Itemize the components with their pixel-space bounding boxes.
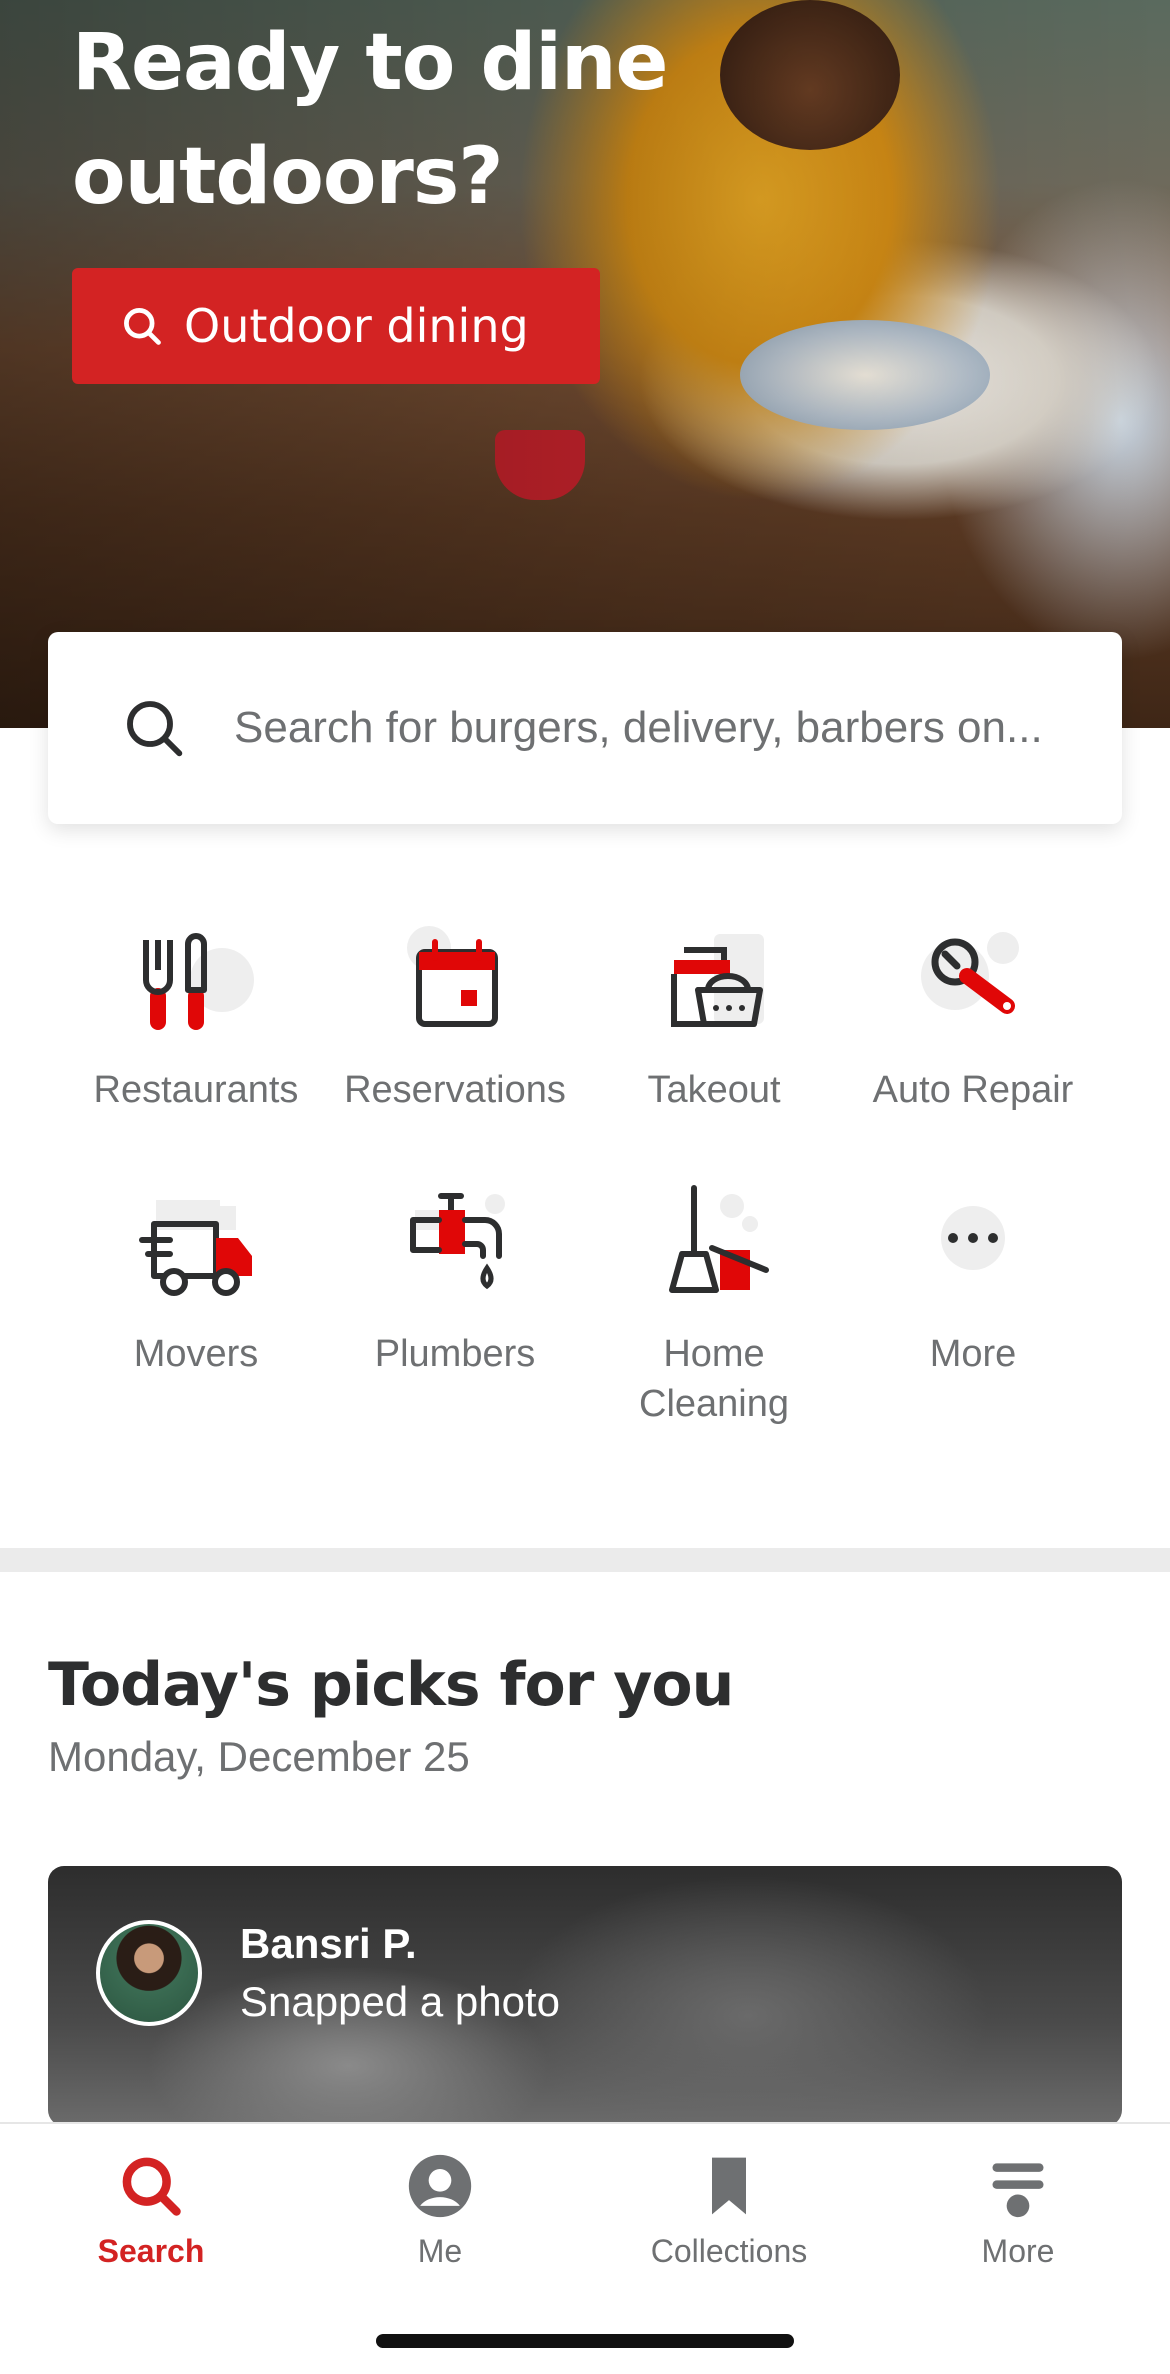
outdoor-dining-label: Outdoor dining <box>184 299 529 353</box>
home-indicator <box>376 2334 794 2348</box>
category-restaurants[interactable]: Restaurants <box>66 920 326 1115</box>
search-icon <box>127 701 183 757</box>
pick-card[interactable]: Bansri P. Snapped a photo <box>48 1866 1122 2126</box>
tab-label: Collections <box>650 2233 808 2269</box>
category-home-cleaning[interactable]: Home Cleaning <box>584 1184 844 1429</box>
fork-knife-icon <box>143 933 254 1030</box>
tab-search[interactable]: Search <box>6 2152 296 2270</box>
moving-truck-icon <box>139 1200 252 1296</box>
outdoor-dining-button[interactable]: Outdoor dining <box>72 268 600 384</box>
category-label: Movers <box>133 1333 259 1375</box>
category-label: Auto Repair <box>872 1069 1074 1111</box>
tab-collections[interactable]: Collections <box>584 2152 874 2270</box>
tab-label: Search <box>97 2233 205 2269</box>
hero-title-line1: Ready to dine <box>72 18 668 108</box>
broom-icon <box>669 1185 769 1293</box>
category-label: Home Cleaning <box>639 1333 789 1425</box>
category-takeout[interactable]: Takeout <box>584 920 844 1115</box>
calendar-icon <box>407 926 498 1027</box>
tab-label: More <box>981 2233 1055 2269</box>
avatar[interactable] <box>96 1920 202 2026</box>
profile-icon <box>408 2154 472 2218</box>
search-icon <box>122 2157 181 2216</box>
category-movers[interactable]: Movers <box>66 1184 326 1379</box>
category-label: More <box>929 1333 1017 1375</box>
tab-me[interactable]: Me <box>295 2152 585 2270</box>
faucet-icon <box>410 1193 505 1290</box>
bookmark-icon <box>712 2157 746 2215</box>
picks-title: Today's picks for you <box>48 1650 734 1720</box>
category-label: Takeout <box>647 1069 781 1111</box>
search-placeholder: Search for burgers, delivery, barbers on… <box>234 703 1043 752</box>
wrench-icon <box>921 932 1019 1014</box>
category-label: Restaurants <box>93 1069 299 1111</box>
category-plumbers[interactable]: Plumbers <box>325 1184 585 1379</box>
pick-user-name[interactable]: Bansri P. <box>240 1920 417 1968</box>
more-dots-icon <box>941 1206 1005 1270</box>
tab-more[interactable]: More <box>873 2152 1163 2270</box>
category-label: Reservations <box>344 1069 566 1111</box>
tab-label: Me <box>417 2233 463 2269</box>
picks-date: Monday, December 25 <box>48 1733 470 1780</box>
category-more[interactable]: More <box>843 1184 1103 1379</box>
hero-title: Ready to dine outdoors? <box>72 6 832 234</box>
category-auto-repair[interactable]: Auto Repair <box>843 920 1103 1115</box>
pick-action: Snapped a photo <box>240 1978 560 2025</box>
hero-banner: Ready to dine outdoors? Outdoor dining <box>0 0 1170 728</box>
search-icon <box>124 308 161 345</box>
search-input[interactable]: Search for burgers, delivery, barbers on… <box>48 632 1122 824</box>
category-label: Plumbers <box>374 1333 536 1375</box>
section-divider <box>0 1548 1170 1572</box>
category-reservations[interactable]: Reservations <box>325 920 585 1115</box>
takeout-bag-icon <box>671 934 764 1027</box>
hero-title-line2: outdoors? <box>72 132 504 222</box>
menu-icon <box>992 2163 1044 2218</box>
